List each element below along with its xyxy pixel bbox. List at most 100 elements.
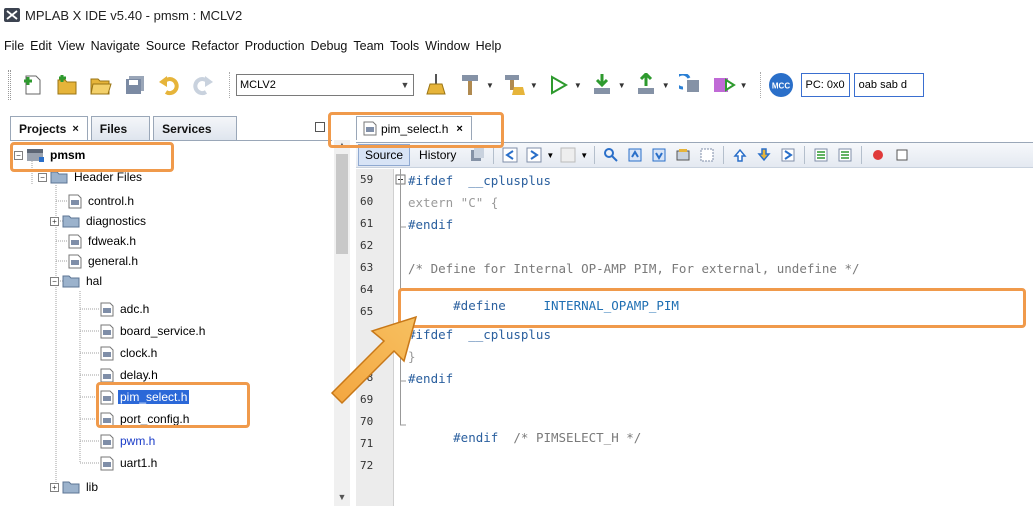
collapse-icon[interactable]: −	[38, 172, 47, 182]
code-line: #ifdef __cplusplus	[408, 327, 551, 342]
title-bar: MPLAB X IDE v5.40 - pmsm : MCLV2	[0, 0, 1033, 30]
menu-tools[interactable]: Tools	[390, 39, 419, 53]
menu-file[interactable]: File	[4, 39, 24, 53]
tree-node-file[interactable]: adc.h	[100, 299, 151, 319]
next-bookmark-icon[interactable]	[756, 147, 772, 163]
close-icon[interactable]: ×	[72, 123, 78, 135]
menu-edit[interactable]: Edit	[30, 39, 52, 53]
tree-node-file[interactable]: general.h	[68, 251, 140, 271]
program-device-button[interactable]	[588, 71, 616, 99]
toggle-bookmark-icon[interactable]	[780, 147, 796, 163]
build-dropdown-icon[interactable]: ▼	[486, 81, 494, 90]
tree-node-folder[interactable]: + diagnostics	[50, 211, 148, 231]
program-dropdown-icon[interactable]: ▼	[618, 81, 626, 90]
clean-build-button[interactable]	[500, 71, 528, 99]
code-area[interactable]: #ifdef __cplusplus extern "C" { #endif /…	[394, 169, 1033, 506]
menu-team[interactable]: Team	[353, 39, 384, 53]
chevron-down-icon[interactable]: ▼	[546, 151, 554, 160]
menu-view[interactable]: View	[58, 39, 85, 53]
tab-projects[interactable]: Projects ×	[10, 116, 88, 140]
configuration-select[interactable]: MCLV2 ▼	[236, 74, 414, 96]
shift-left-icon[interactable]	[813, 147, 829, 163]
toolbar-separator	[759, 72, 761, 98]
run-dropdown-icon[interactable]: ▼	[574, 81, 582, 90]
previous-bookmark-icon[interactable]	[732, 147, 748, 163]
menu-help[interactable]: Help	[476, 39, 502, 53]
tree-node-folder[interactable]: − hal	[50, 271, 104, 291]
open-project-button[interactable]	[87, 71, 115, 99]
menu-source[interactable]: Source	[146, 39, 186, 53]
tab-services[interactable]: Services	[153, 116, 237, 140]
highlight-editor-tab	[328, 112, 504, 148]
mcc-button[interactable]: MCC	[767, 71, 795, 99]
forward-disabled-icon[interactable]	[560, 147, 576, 163]
menu-navigate[interactable]: Navigate	[91, 39, 140, 53]
find-icon[interactable]	[603, 147, 619, 163]
read-dropdown-icon[interactable]: ▼	[662, 81, 670, 90]
line-number: 60	[360, 195, 374, 208]
tree-node-file[interactable]: pwm.h	[100, 431, 157, 451]
tab-files[interactable]: Files	[90, 116, 151, 140]
save-all-button[interactable]	[121, 71, 149, 99]
svg-text:MCC: MCC	[771, 82, 789, 91]
hold-reset-button[interactable]	[676, 71, 704, 99]
expand-icon[interactable]: +	[50, 216, 59, 226]
toolbar-separator	[723, 146, 725, 164]
debug-project-button[interactable]	[710, 71, 738, 99]
clean-build-dropdown-icon[interactable]: ▼	[530, 81, 538, 90]
code-line: /* Define for Internal OP-AMP PIM, For e…	[408, 261, 860, 276]
tree-node-file[interactable]: fdweak.h	[68, 231, 138, 251]
stop-macro-icon[interactable]	[894, 147, 910, 163]
toolbar-grip[interactable]	[8, 70, 11, 100]
new-project-button[interactable]	[53, 71, 81, 99]
endif-comment: /* PIMSELECT_H */	[513, 430, 642, 445]
highlight-define-line	[398, 288, 1026, 328]
shift-right-icon[interactable]	[837, 147, 853, 163]
tree-node-file[interactable]: clock.h	[100, 343, 159, 363]
tree-label-header-files: Header Files	[74, 170, 143, 184]
line-number: 59	[360, 173, 374, 186]
collapse-icon[interactable]: −	[50, 276, 59, 286]
scrollbar-thumb[interactable]	[336, 154, 348, 254]
start-macro-icon[interactable]	[870, 147, 886, 163]
header-file-icon	[68, 254, 82, 268]
find-next-icon[interactable]	[651, 147, 667, 163]
forward-icon[interactable]	[526, 147, 542, 163]
tree-node-file[interactable]: control.h	[68, 191, 136, 211]
find-previous-icon[interactable]	[627, 147, 643, 163]
code-line-endif: #endif /* PIMSELECT_H */	[408, 415, 641, 460]
new-file-icon	[24, 75, 41, 95]
chevron-down-icon[interactable]: ▼	[397, 75, 413, 95]
run-button[interactable]	[544, 71, 572, 99]
save-all-icon	[126, 76, 144, 94]
menu-window[interactable]: Window	[425, 39, 469, 53]
chevron-down-icon[interactable]: ▼	[580, 151, 588, 160]
scroll-down-icon[interactable]: ▼	[334, 492, 350, 506]
main-toolbar: MCLV2 ▼ ▼ ▼ ▼ ▼ ▼ ▼ MCC PC: 0x0 oab sab …	[0, 62, 1033, 108]
back-icon[interactable]	[502, 147, 518, 163]
header-file-icon	[68, 194, 82, 208]
last-edit-icon[interactable]	[469, 147, 485, 163]
open-project-icon	[90, 78, 112, 95]
menu-debug[interactable]: Debug	[311, 39, 348, 53]
clean-button[interactable]	[422, 71, 450, 99]
program-counter-display: PC: 0x0	[800, 73, 850, 97]
toggle-highlight-icon[interactable]	[699, 147, 715, 163]
find-selection-icon[interactable]	[675, 147, 691, 163]
tree-label-folder: hal	[86, 274, 103, 288]
tree-node-file[interactable]: uart1.h	[100, 453, 159, 473]
read-device-button[interactable]	[632, 71, 660, 99]
redo-button[interactable]	[189, 71, 217, 99]
new-file-button[interactable]	[19, 71, 47, 99]
redo-icon	[193, 76, 213, 96]
menu-refactor[interactable]: Refactor	[192, 39, 239, 53]
menu-production[interactable]: Production	[245, 39, 305, 53]
tree-node-file[interactable]: board_service.h	[100, 321, 207, 341]
toolbar-separator	[493, 146, 495, 164]
expand-icon[interactable]: +	[50, 482, 59, 492]
tree-node-folder[interactable]: + lib	[50, 477, 100, 497]
debug-dropdown-icon[interactable]: ▼	[740, 81, 748, 90]
minimize-panel-button[interactable]	[315, 122, 325, 132]
build-button[interactable]	[456, 71, 484, 99]
undo-button[interactable]	[155, 71, 183, 99]
